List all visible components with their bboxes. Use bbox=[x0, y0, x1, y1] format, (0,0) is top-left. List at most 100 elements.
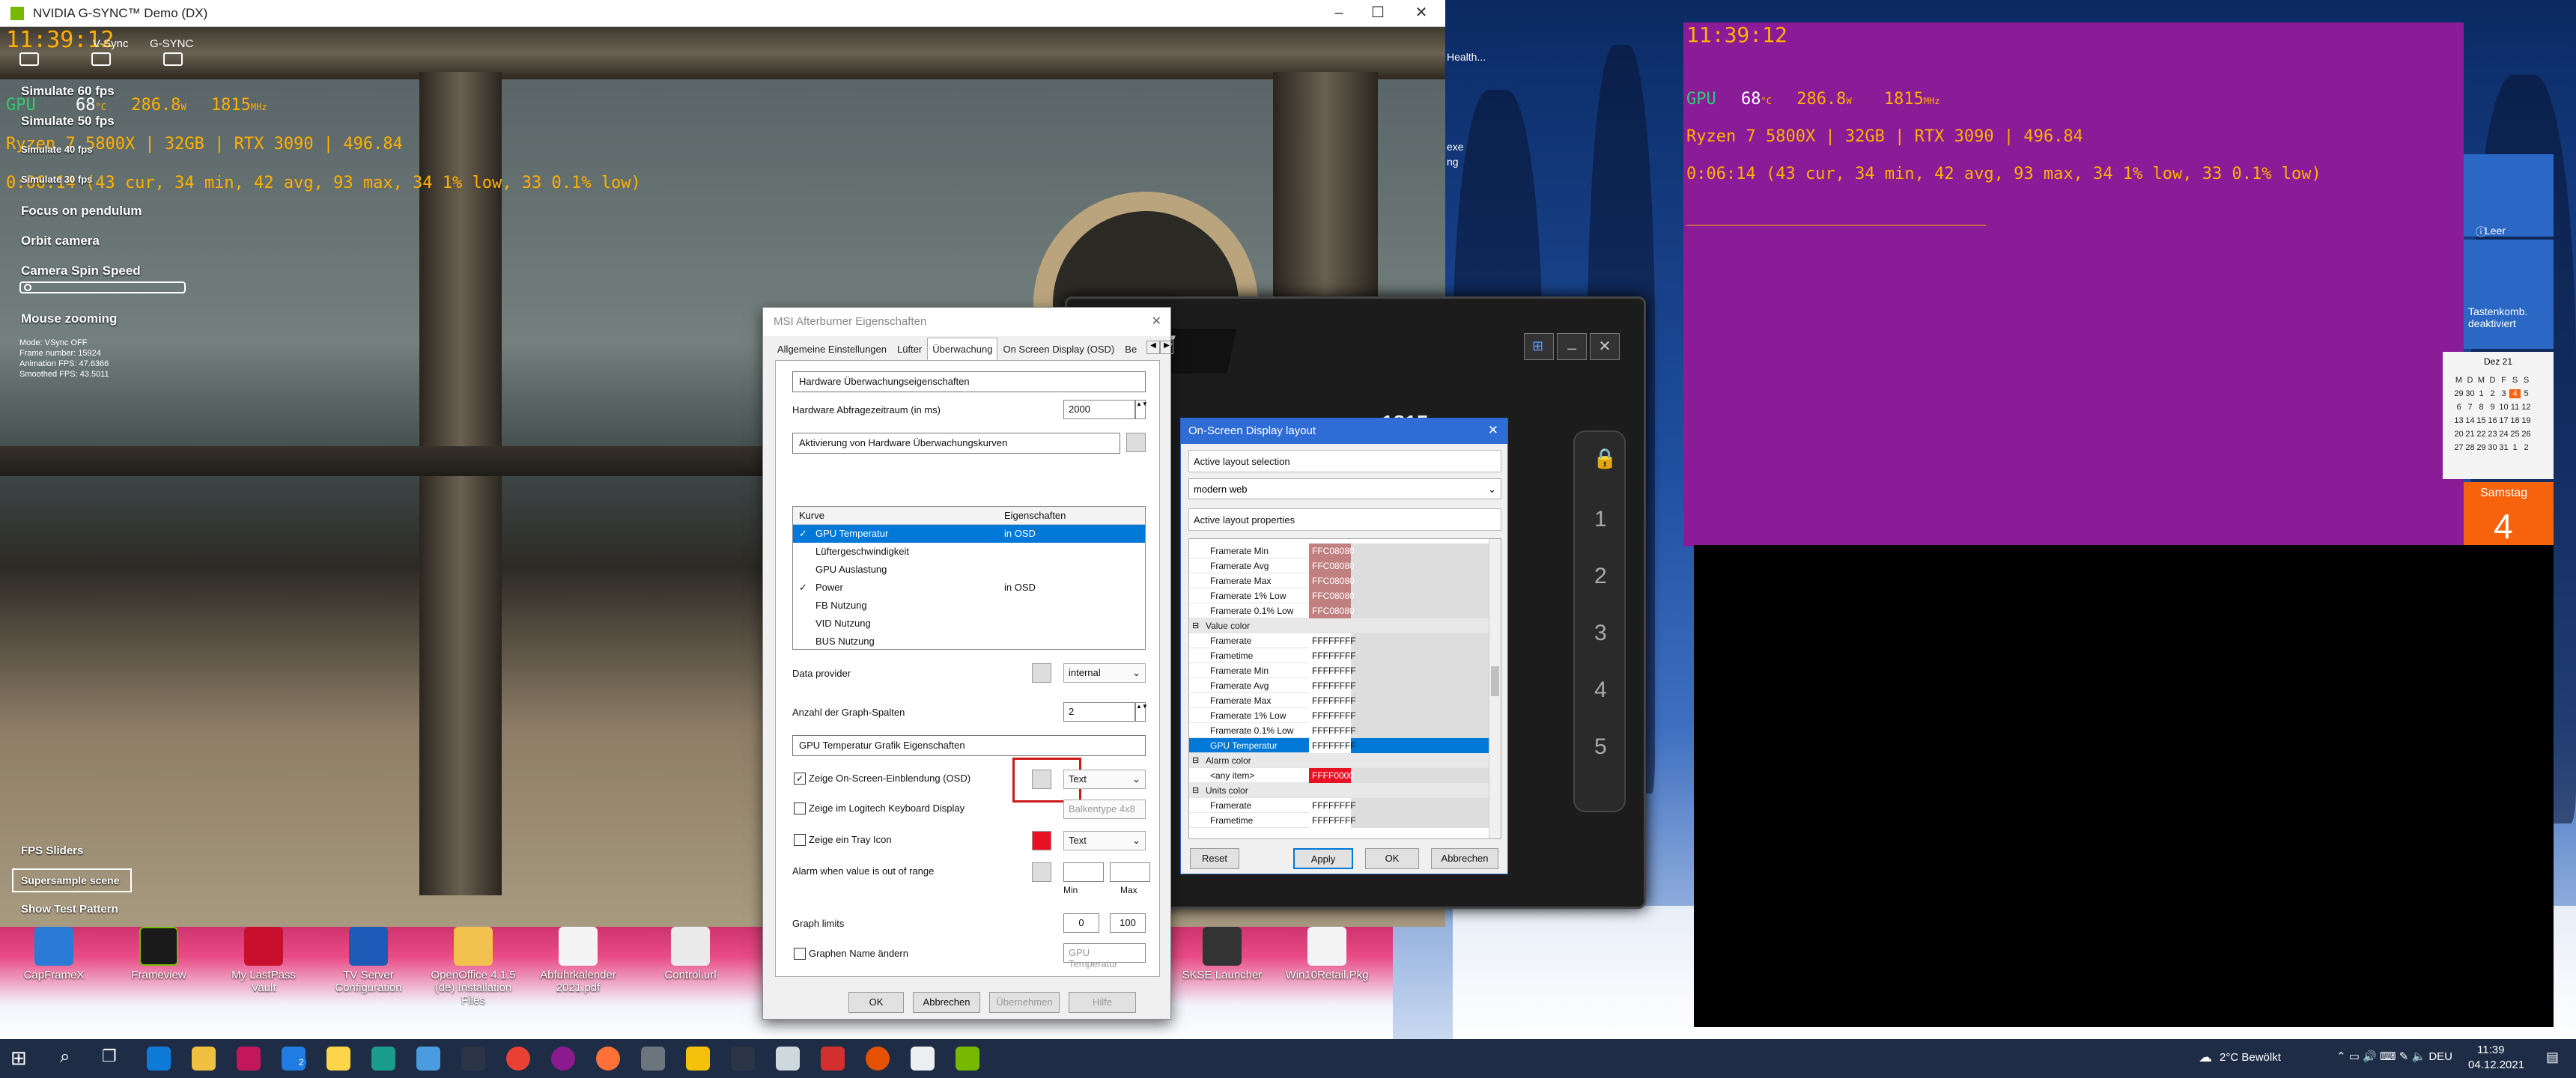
property-value[interactable]: FFFFFFFF bbox=[1309, 678, 1489, 693]
list-item[interactable]: VID Nutzung bbox=[793, 615, 1145, 633]
afterburner-icon[interactable] bbox=[821, 1047, 845, 1071]
property-value[interactable]: FFFFFFFF bbox=[1309, 738, 1489, 753]
gsync-toggle[interactable] bbox=[163, 52, 183, 66]
osd-checkbox[interactable]: ✓ bbox=[794, 773, 806, 785]
limit-min-input[interactable]: 0 bbox=[1063, 913, 1099, 933]
calendar-day[interactable]: 23 bbox=[2487, 430, 2498, 439]
calendar-day[interactable]: 26 bbox=[2521, 430, 2532, 439]
close-icon[interactable]: ✕ bbox=[1152, 314, 1161, 329]
desktop-icon-abfuhrkalender[interactable]: Abfuhrkalender 2021.pdf bbox=[533, 927, 623, 994]
calendar-day[interactable]: 31 bbox=[2498, 443, 2509, 452]
taskbar-date[interactable]: 04.12.2021 bbox=[2468, 1059, 2524, 1071]
alarm-button[interactable] bbox=[1032, 862, 1051, 882]
property-row[interactable]: Framerate FFFFFFFF bbox=[1189, 633, 1501, 648]
calendar-day[interactable]: 25 bbox=[2509, 430, 2521, 439]
windows-button[interactable]: ⊞ bbox=[1524, 333, 1554, 360]
property-value[interactable]: FFFFFFFF bbox=[1309, 693, 1489, 708]
property-value[interactable]: FFFFFFFF bbox=[1309, 648, 1489, 663]
slider-handle[interactable] bbox=[24, 284, 31, 291]
calendar-day[interactable]: 15 bbox=[2476, 416, 2487, 425]
property-value[interactable]: FFFFFFFF bbox=[1309, 633, 1489, 648]
calendar-day[interactable]: 7 bbox=[2464, 403, 2476, 412]
properties-scrollbar[interactable] bbox=[1489, 539, 1501, 838]
calendar-day[interactable]: 16 bbox=[2487, 416, 2498, 425]
calendar-day[interactable]: 14 bbox=[2464, 416, 2476, 425]
menu-simulate-60[interactable]: Simulate 60 fps bbox=[21, 84, 115, 99]
msi-minimize-button[interactable]: _ bbox=[1557, 333, 1587, 360]
desktop-icon-capframex[interactable]: CapFrameX bbox=[9, 927, 99, 981]
osd-layout-dialog[interactable]: On-Screen Display layout ✕ Active layout … bbox=[1180, 418, 1508, 874]
tray-color-swatch[interactable] bbox=[1032, 831, 1051, 850]
osd-type-select[interactable]: Text ⌄ bbox=[1063, 770, 1146, 789]
property-value[interactable]: FFC08080 bbox=[1309, 543, 1489, 558]
mail-icon[interactable]: 2 bbox=[282, 1047, 306, 1071]
edge-icon[interactable] bbox=[147, 1047, 171, 1071]
apply-button[interactable]: Übernehmen bbox=[989, 992, 1060, 1013]
collapse-icon[interactable]: ⊟ bbox=[1192, 785, 1199, 795]
calendar-day[interactable]: 9 bbox=[2487, 403, 2498, 412]
apply-button[interactable]: Apply bbox=[1293, 848, 1353, 869]
property-value[interactable]: FFFFFFFF bbox=[1309, 708, 1489, 723]
calendar-day[interactable]: 30 bbox=[2487, 443, 2498, 452]
property-value[interactable]: FFFFFFFF bbox=[1309, 813, 1489, 828]
property-row[interactable]: <any item> FFFF0000 bbox=[1189, 768, 1501, 783]
menu-simulate-30[interactable]: Simulate 30 fps bbox=[21, 174, 92, 185]
calendar-day[interactable]: 3 bbox=[2498, 389, 2509, 398]
minimize-button[interactable]: – bbox=[1318, 0, 1360, 27]
calendar-day[interactable]: 1 bbox=[2476, 389, 2487, 398]
nvidia-icon[interactable] bbox=[956, 1047, 979, 1071]
calendar-day[interactable]: 24 bbox=[2498, 430, 2509, 439]
help-button[interactable]: Hilfe bbox=[1069, 992, 1136, 1013]
graph-name-input[interactable]: GPU Temperatur bbox=[1063, 943, 1146, 969]
property-row[interactable]: GPU Temperatur FFFFFFFF bbox=[1189, 738, 1501, 753]
calendar-day[interactable]: 29 bbox=[2476, 443, 2487, 452]
tab-scroll-right-button[interactable]: ▶ bbox=[1160, 341, 1173, 354]
tab-benchmark[interactable]: Be bbox=[1120, 338, 1142, 361]
calendar-day[interactable]: 5 bbox=[2521, 389, 2532, 398]
data-provider-select[interactable]: internal ⌄ bbox=[1063, 663, 1146, 683]
property-row[interactable]: Framerate Min FFC08080 bbox=[1189, 543, 1501, 558]
dialog-titlebar[interactable]: MSI Afterburner Eigenschaften ✕ bbox=[763, 308, 1170, 336]
list-item[interactable]: BUS Nutzung bbox=[793, 633, 1145, 649]
maximize-button[interactable]: ☐ bbox=[1357, 0, 1399, 27]
property-row[interactable]: ⊟ Value color bbox=[1189, 618, 1501, 633]
lock-icon[interactable]: 🔒 bbox=[1593, 447, 1617, 470]
property-row[interactable]: Framerate 1% Low FFC08080 bbox=[1189, 588, 1501, 603]
desktop-icon-control[interactable]: Control.url bbox=[645, 927, 735, 981]
camera-toggle[interactable] bbox=[91, 52, 111, 66]
layout-properties-list[interactable]: Framerate Min FFC08080 Framerate Avg FFC080… bbox=[1188, 538, 1501, 839]
check-icon[interactable]: ✓ bbox=[799, 579, 807, 597]
list-item[interactable]: FB Nutzung bbox=[793, 597, 1145, 615]
close-button[interactable]: ✕ bbox=[1400, 0, 1442, 27]
menu-focus-pendulum[interactable]: Focus on pendulum bbox=[21, 204, 142, 219]
property-row[interactable]: Framerate Min FFFFFFFF bbox=[1189, 663, 1501, 678]
limit-max-input[interactable]: 100 bbox=[1110, 913, 1146, 933]
osd-dialog-titlebar[interactable]: On-Screen Display layout ✕ bbox=[1181, 418, 1507, 444]
property-row[interactable]: Framerate Avg FFFFFFFF bbox=[1189, 678, 1501, 693]
date-tile[interactable]: Samstag 4 bbox=[2464, 482, 2554, 546]
app-icon[interactable] bbox=[776, 1047, 800, 1071]
property-value[interactable]: FFC08080 bbox=[1309, 573, 1489, 588]
scrollbar-thumb[interactable] bbox=[1491, 666, 1499, 696]
calendar-day[interactable]: 21 bbox=[2464, 430, 2476, 439]
chrome-icon[interactable] bbox=[506, 1047, 530, 1071]
property-value[interactable]: FFFFFFFF bbox=[1309, 663, 1489, 678]
menu-mouse-zooming[interactable]: Mouse zooming bbox=[21, 311, 117, 326]
curves-button[interactable] bbox=[1126, 433, 1146, 452]
menu-simulate-50[interactable]: Simulate 50 fps bbox=[21, 114, 115, 129]
calendar-day[interactable]: 30 bbox=[2464, 389, 2476, 398]
list-item[interactable]: ✓ Power in OSD bbox=[793, 579, 1145, 597]
calendar-day[interactable]: 17 bbox=[2498, 416, 2509, 425]
calendar-day[interactable]: 2 bbox=[2521, 443, 2532, 452]
notification-tile[interactable]: ⓘ bbox=[2464, 154, 2554, 238]
app-icon[interactable] bbox=[686, 1047, 710, 1071]
logitech-checkbox[interactable] bbox=[794, 803, 806, 814]
profile-4-button[interactable]: 4 bbox=[1594, 677, 1607, 703]
poll-spinner[interactable]: ▲▼ bbox=[1135, 400, 1148, 419]
calendar-day[interactable]: 20 bbox=[2453, 430, 2464, 439]
calendar-day[interactable]: 13 bbox=[2453, 416, 2464, 425]
calendar-day[interactable]: 8 bbox=[2476, 403, 2487, 412]
calendar-day[interactable]: 28 bbox=[2464, 443, 2476, 452]
tab-scroll-left-button[interactable]: ◀ bbox=[1146, 341, 1160, 354]
app-icon[interactable] bbox=[371, 1047, 395, 1071]
